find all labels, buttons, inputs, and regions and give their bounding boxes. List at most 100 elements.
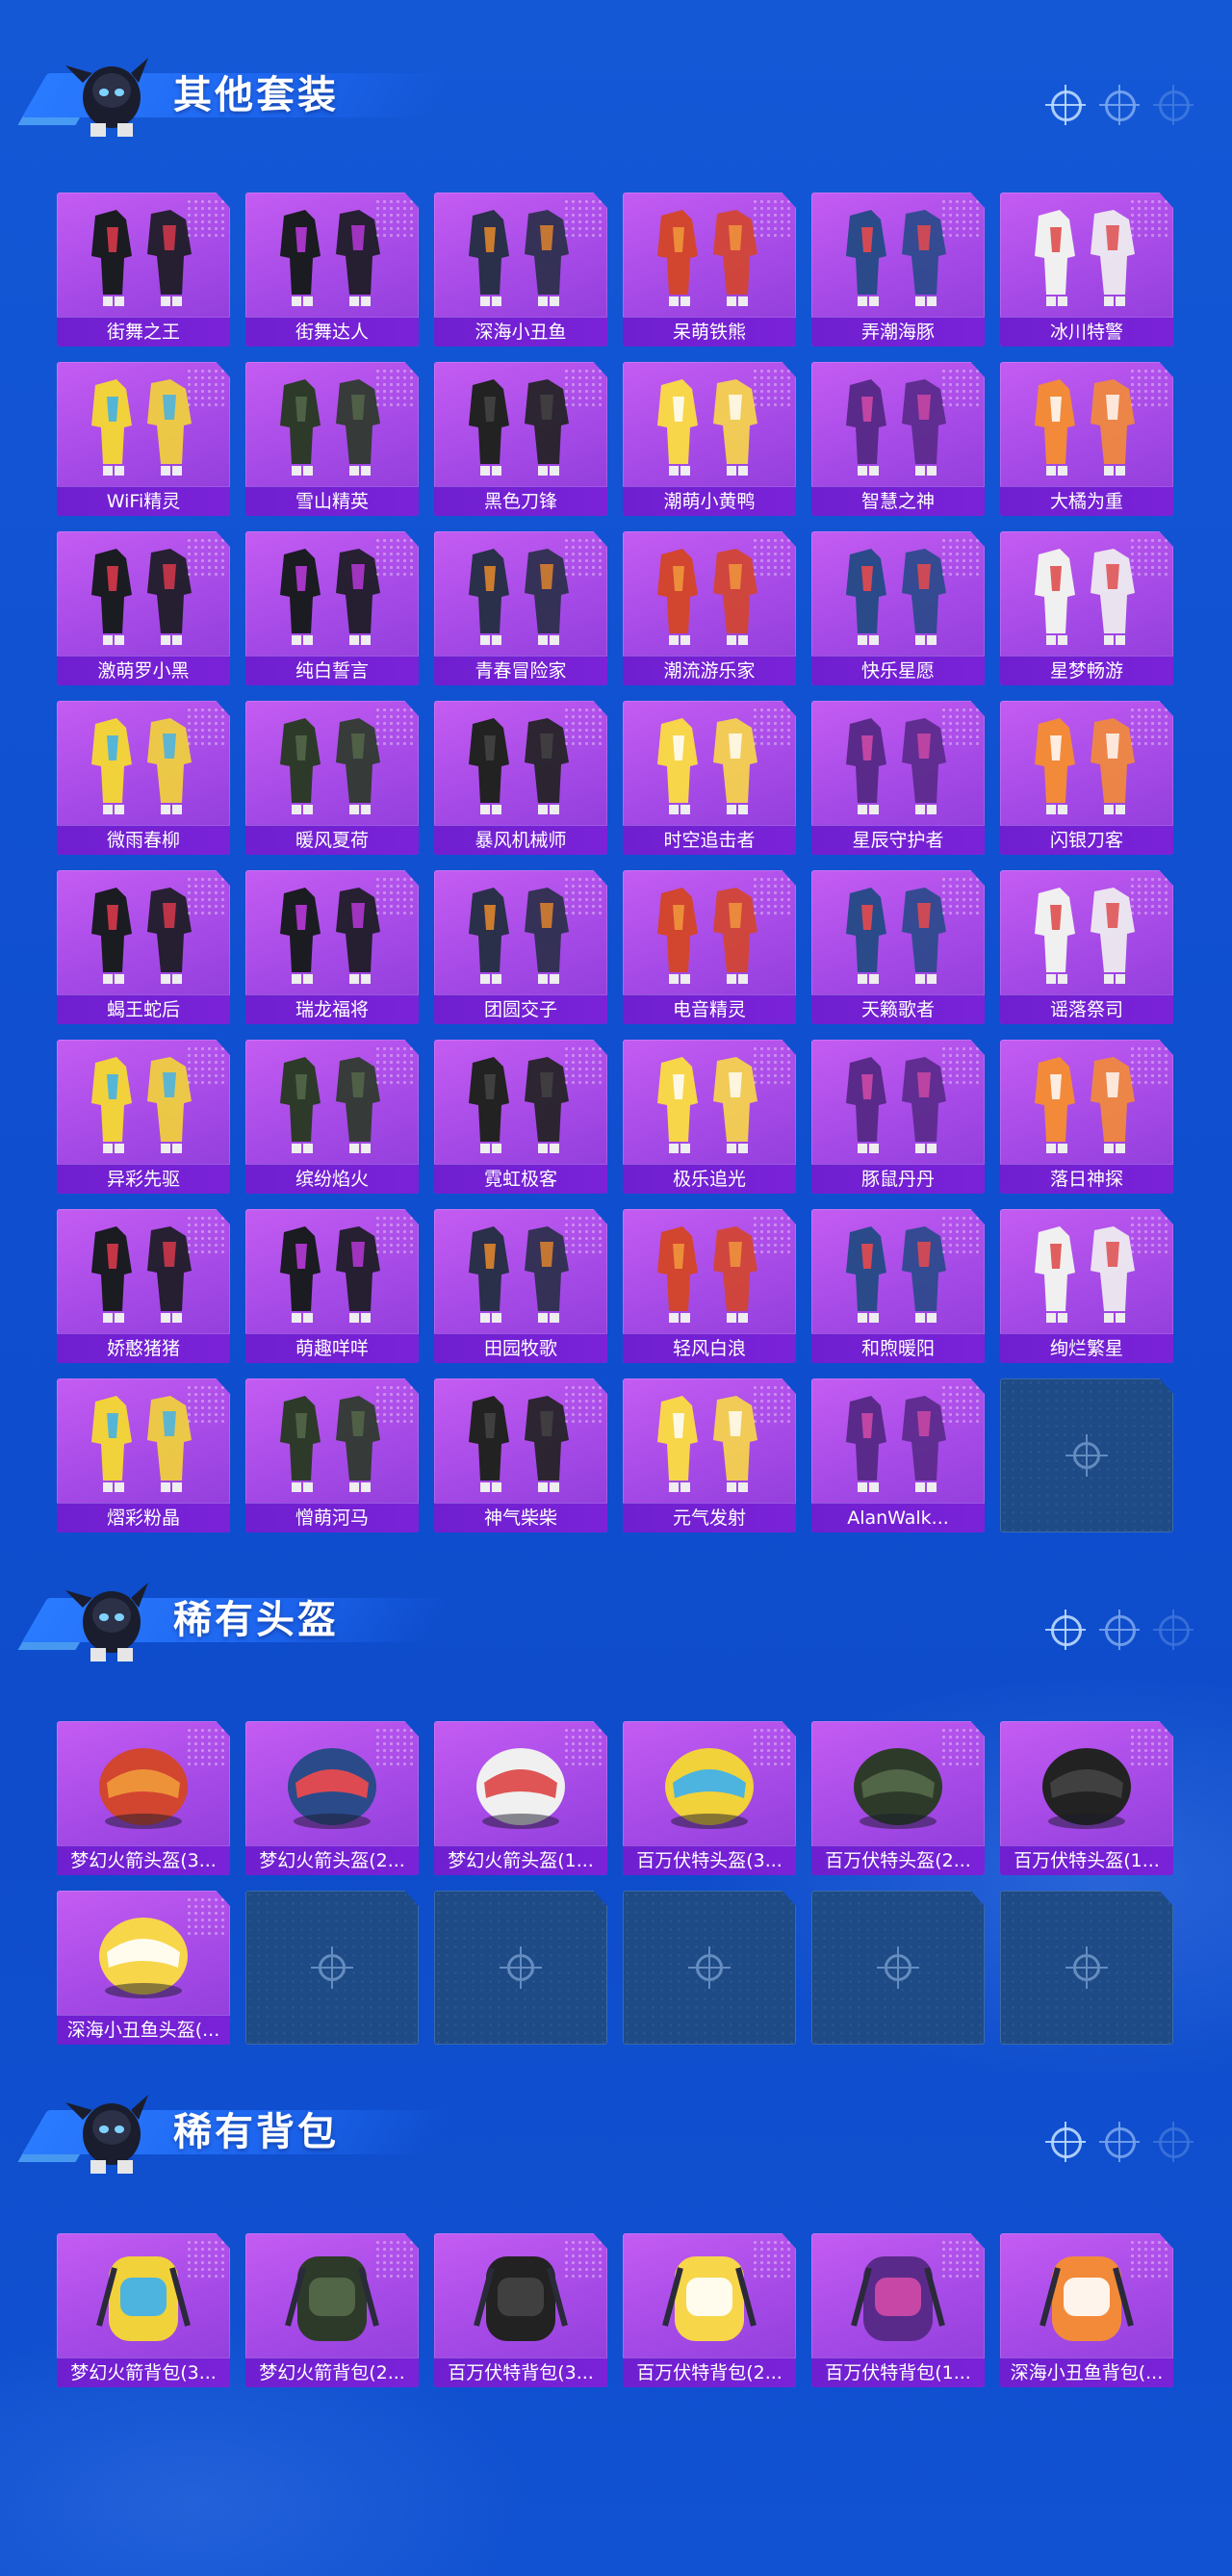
mascot-icon	[65, 1583, 148, 1662]
outfit-art	[657, 1226, 757, 1323]
outfit-card[interactable]: 星辰守护者	[811, 701, 985, 855]
outfit-card[interactable]: 团圆交子	[434, 870, 607, 1024]
helmet-card[interactable]: 百万伏特头盔(3...	[623, 1721, 796, 1875]
item-name-label: 深海小丑鱼背包(...	[1000, 2357, 1173, 2387]
outfit-card[interactable]: 微雨春柳	[57, 701, 230, 855]
outfit-card[interactable]: 暴风机械师	[434, 701, 607, 855]
item-name-label: 潮萌小黄鸭	[623, 486, 796, 516]
outfit-card[interactable]: 豚鼠丹丹	[811, 1040, 985, 1194]
outfit-art	[91, 888, 192, 984]
section-rare-helmets: 稀有头盔 梦幻火箭头盔(3... 梦幻火箭头盔(2... 梦幻火箭头盔(1...…	[0, 1561, 1232, 2045]
outfit-card[interactable]: 天籁歌者	[811, 870, 985, 1024]
outfit-art	[657, 549, 757, 645]
item-name-label: 呆萌铁熊	[623, 317, 796, 347]
outfit-card[interactable]: 极乐追光	[623, 1040, 796, 1194]
outfit-art	[469, 718, 569, 814]
section-header: 稀有头盔	[0, 1561, 1232, 1677]
outfit-card[interactable]: 神气柴柴	[434, 1378, 607, 1533]
backpack-card[interactable]: 深海小丑鱼背包(...	[1000, 2233, 1173, 2387]
item-name-label: 神气柴柴	[434, 1503, 607, 1533]
backpack-card[interactable]: 百万伏特背包(3...	[434, 2233, 607, 2387]
helmet-card[interactable]: 深海小丑鱼头盔(...	[57, 1891, 230, 2045]
outfit-art	[469, 1057, 569, 1153]
backpack-card[interactable]: 百万伏特背包(2...	[623, 2233, 796, 2387]
item-name-label: 百万伏特头盔(2...	[811, 1845, 985, 1875]
outfit-card[interactable]: 快乐星愿	[811, 531, 985, 685]
outfit-card[interactable]: 电音精灵	[623, 870, 796, 1024]
item-name-label: WiFi精灵	[57, 486, 230, 516]
outfit-card[interactable]: 元气发射	[623, 1378, 796, 1533]
outfit-card[interactable]: 大橘为重	[1000, 362, 1173, 516]
item-name-label: 瑞龙福将	[245, 994, 419, 1024]
outfit-art	[280, 1226, 380, 1323]
helmet-card[interactable]: 百万伏特头盔(2...	[811, 1721, 985, 1875]
backpack-card[interactable]: 梦幻火箭背包(2...	[245, 2233, 419, 2387]
outfit-art	[280, 1057, 380, 1153]
crosshair-icon	[1045, 85, 1086, 125]
outfit-card[interactable]: 蝎王蛇后	[57, 870, 230, 1024]
outfit-card[interactable]: 潮流游乐家	[623, 531, 796, 685]
helmet-card[interactable]: 梦幻火箭头盔(1...	[434, 1721, 607, 1875]
outfit-card[interactable]: 呆萌铁熊	[623, 193, 796, 347]
outfit-art	[1035, 718, 1135, 814]
outfit-art	[91, 1396, 192, 1492]
outfit-card[interactable]: 和煦暖阳	[811, 1209, 985, 1363]
outfit-card[interactable]: 落日神探	[1000, 1040, 1173, 1194]
outfit-art	[91, 210, 192, 306]
outfit-art	[1035, 1226, 1135, 1323]
outfit-card[interactable]: 田园牧歌	[434, 1209, 607, 1363]
crosshair-icon	[1153, 85, 1194, 125]
backpack-card[interactable]: 梦幻火箭背包(3...	[57, 2233, 230, 2387]
outfit-card[interactable]: 憎萌河马	[245, 1378, 419, 1533]
crosshair-icon	[500, 1946, 542, 1989]
outfit-card[interactable]: 街舞之王	[57, 193, 230, 347]
backpack-card[interactable]: 百万伏特背包(1...	[811, 2233, 985, 2387]
outfit-art	[846, 379, 946, 476]
outfit-card[interactable]: 瑞龙福将	[245, 870, 419, 1024]
outfit-card[interactable]: 谣落祭司	[1000, 870, 1173, 1024]
outfit-card[interactable]: 雪山精英	[245, 362, 419, 516]
item-name-label: 激萌罗小黑	[57, 656, 230, 685]
outfit-card[interactable]: 轻风白浪	[623, 1209, 796, 1363]
item-name-label: 星梦畅游	[1000, 656, 1173, 685]
outfit-card[interactable]: 娇憨猪猪	[57, 1209, 230, 1363]
outfit-card[interactable]: 暖风夏荷	[245, 701, 419, 855]
outfit-art	[469, 549, 569, 645]
outfit-card[interactable]: 黑色刀锋	[434, 362, 607, 516]
outfit-card[interactable]: AlanWalk...	[811, 1378, 985, 1533]
outfit-card[interactable]: 激萌罗小黑	[57, 531, 230, 685]
item-name-label: 元气发射	[623, 1503, 796, 1533]
outfit-card[interactable]: 纯白誓言	[245, 531, 419, 685]
outfit-card[interactable]: 智慧之神	[811, 362, 985, 516]
item-name-label: 百万伏特背包(3...	[434, 2357, 607, 2387]
outfit-card[interactable]: 弄潮海豚	[811, 193, 985, 347]
item-name-label: 缤纷焰火	[245, 1164, 419, 1194]
decor-icons	[1045, 2122, 1194, 2162]
outfit-card[interactable]: 青春冒险家	[434, 531, 607, 685]
helmet-card[interactable]: 梦幻火箭头盔(2...	[245, 1721, 419, 1875]
outfit-card[interactable]: 街舞达人	[245, 193, 419, 347]
item-name-label: 和煦暖阳	[811, 1333, 985, 1363]
outfit-card[interactable]: 闪银刀客	[1000, 701, 1173, 855]
outfit-card[interactable]: 时空追击者	[623, 701, 796, 855]
outfit-card[interactable]: 霓虹极客	[434, 1040, 607, 1194]
outfit-art	[846, 1226, 946, 1323]
outfit-card[interactable]: 冰川特警	[1000, 193, 1173, 347]
outfit-card[interactable]: 潮萌小黄鸭	[623, 362, 796, 516]
helmet-card[interactable]: 百万伏特头盔(1...	[1000, 1721, 1173, 1875]
section-rare-backpacks: 稀有背包 梦幻火箭背包(3... 梦幻火箭背包(2... 百万伏特背包(3...…	[0, 2074, 1232, 2387]
item-grid: 街舞之王 街舞达人 深海小丑鱼 呆萌铁熊 弄潮海豚 冰川特警 WiFi精灵 雪山…	[57, 193, 1173, 1533]
section-title: 稀有背包	[173, 2110, 339, 2154]
outfit-card[interactable]: WiFi精灵	[57, 362, 230, 516]
outfit-card[interactable]: 缤纷焰火	[245, 1040, 419, 1194]
outfit-art	[91, 549, 192, 645]
outfit-card[interactable]: 熠彩粉晶	[57, 1378, 230, 1533]
outfit-card[interactable]: 星梦畅游	[1000, 531, 1173, 685]
outfit-card[interactable]: 异彩先驱	[57, 1040, 230, 1194]
outfit-card[interactable]: 深海小丑鱼	[434, 193, 607, 347]
outfit-card[interactable]: 绚烂繁星	[1000, 1209, 1173, 1363]
outfit-card[interactable]: 萌趣咩咩	[245, 1209, 419, 1363]
item-name-label: 憎萌河马	[245, 1503, 419, 1533]
helmet-card[interactable]: 梦幻火箭头盔(3...	[57, 1721, 230, 1875]
item-name-label: 暴风机械师	[434, 825, 607, 855]
